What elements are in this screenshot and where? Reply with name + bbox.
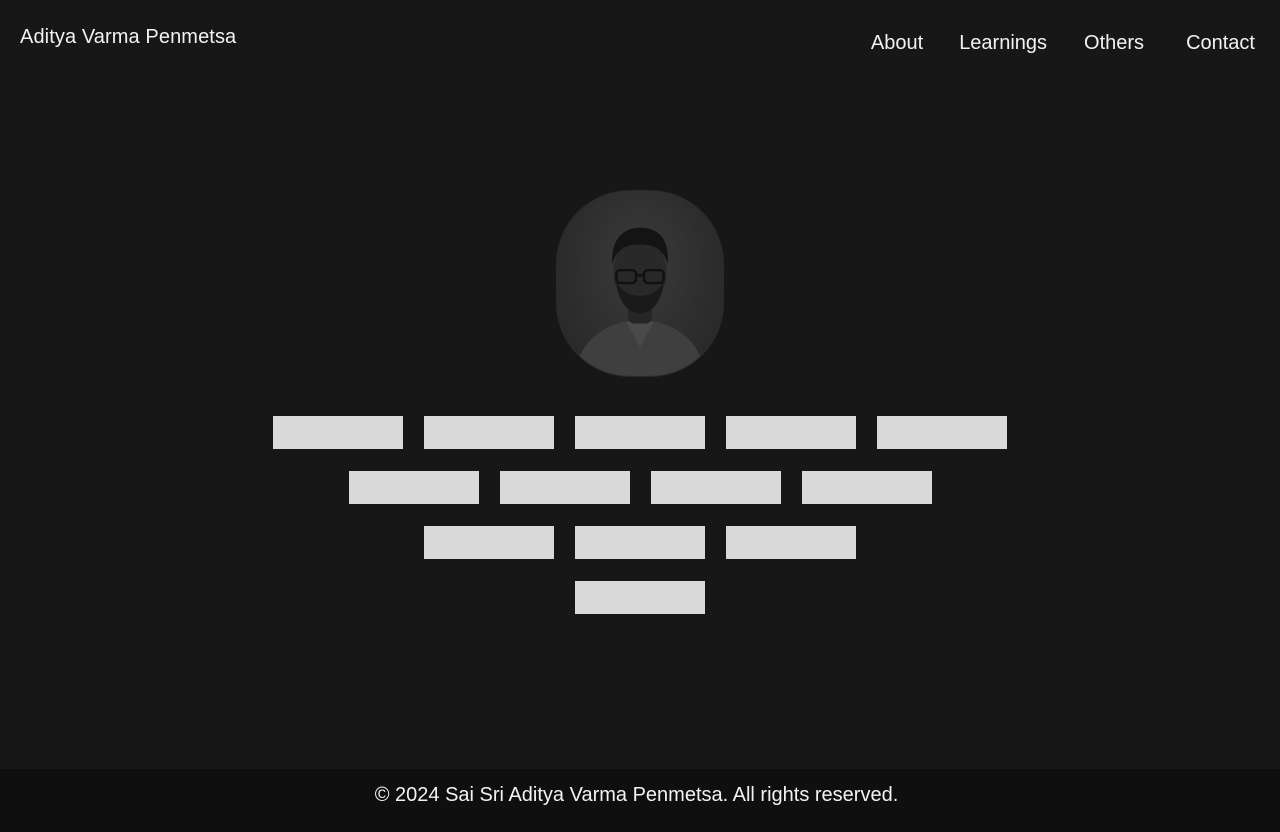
tile[interactable] [877, 416, 1007, 449]
tile[interactable] [575, 526, 705, 559]
tile[interactable] [575, 416, 705, 449]
tile[interactable] [575, 581, 705, 614]
nav-learnings[interactable]: Learnings [959, 30, 1047, 56]
tile[interactable] [424, 416, 554, 449]
tile-grid [0, 416, 1280, 636]
nav-contact[interactable]: Contact [1186, 30, 1255, 56]
tile[interactable] [726, 416, 856, 449]
tile[interactable] [348, 471, 479, 504]
tile-row [0, 416, 1280, 449]
page: Aditya Varma Penmetsa About Learnings Ot… [0, 0, 1280, 832]
tile[interactable] [726, 526, 856, 559]
tile[interactable] [424, 526, 554, 559]
main-nav: About Learnings Others Contact [871, 30, 1255, 56]
tile[interactable] [273, 416, 403, 449]
person-portrait-icon [574, 227, 706, 376]
copyright-text: © 2024 Sai Sri Aditya Varma Penmetsa. Al… [374, 784, 899, 806]
tile[interactable] [650, 471, 781, 504]
tile-row [0, 471, 1280, 504]
nav-about[interactable]: About [871, 30, 923, 56]
footer: © 2024 Sai Sri Aditya Varma Penmetsa. Al… [0, 769, 1280, 832]
tile-row [0, 526, 1280, 559]
tile[interactable] [499, 471, 630, 504]
tile[interactable] [801, 471, 932, 504]
nav-others[interactable]: Others [1084, 30, 1144, 56]
tile-row [0, 581, 1280, 614]
profile-photo [556, 190, 724, 377]
site-title[interactable]: Aditya Varma Penmetsa [20, 24, 236, 50]
